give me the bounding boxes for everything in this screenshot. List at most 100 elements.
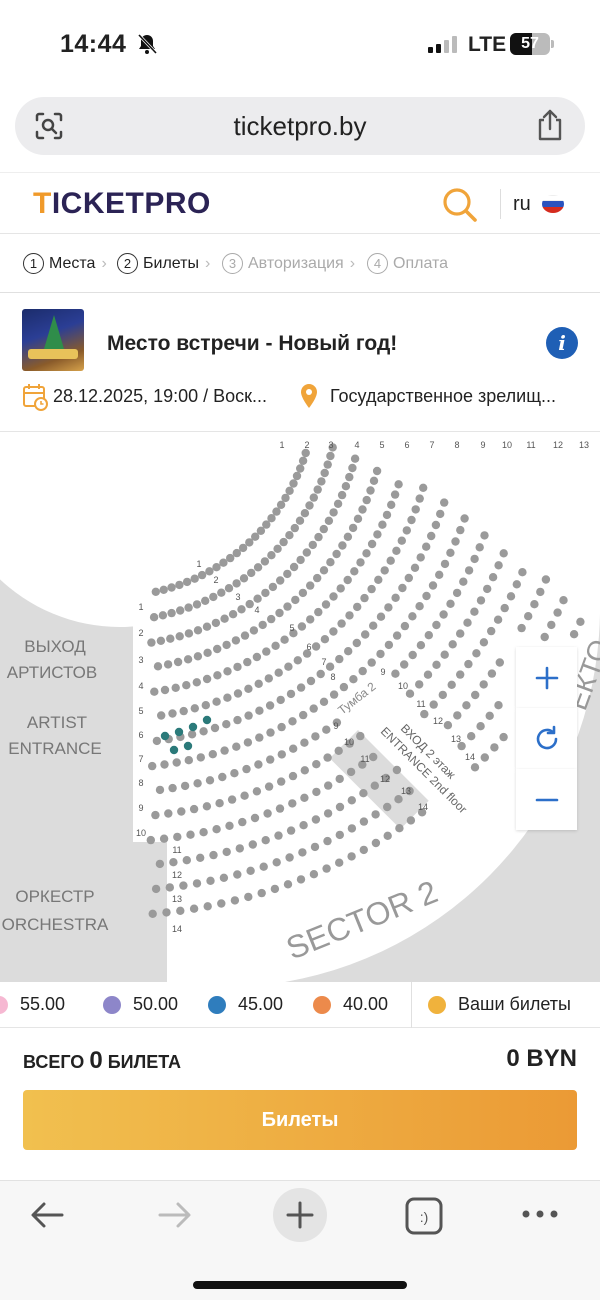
seat[interactable]	[480, 753, 489, 762]
seat[interactable]	[485, 711, 494, 720]
seat[interactable]	[159, 834, 169, 843]
seat[interactable]	[323, 836, 332, 846]
seat[interactable]	[347, 824, 357, 833]
seat[interactable]	[394, 795, 403, 804]
seat[interactable]	[446, 548, 455, 557]
seat[interactable]	[203, 648, 212, 657]
seat[interactable]	[190, 704, 199, 713]
seat[interactable]	[400, 660, 409, 669]
seat[interactable]	[386, 556, 395, 565]
seat[interactable]	[276, 695, 285, 705]
seat[interactable]	[462, 701, 471, 710]
seat[interactable]	[451, 537, 460, 546]
seat[interactable]	[233, 662, 242, 672]
seat[interactable]	[253, 594, 262, 603]
seat[interactable]	[230, 769, 239, 778]
seat[interactable]	[337, 619, 346, 628]
seat[interactable]	[410, 563, 420, 572]
seat[interactable]	[173, 832, 182, 842]
seat[interactable]	[305, 501, 314, 510]
seat[interactable]	[296, 555, 305, 565]
seat[interactable]	[358, 505, 367, 514]
seat[interactable]	[148, 761, 157, 771]
seat[interactable]	[356, 731, 365, 741]
seat[interactable]	[329, 627, 338, 636]
seat[interactable]	[322, 725, 331, 734]
seat[interactable]	[280, 635, 289, 644]
seat[interactable]	[299, 821, 308, 830]
seat[interactable]	[227, 795, 237, 804]
seat[interactable]	[244, 892, 253, 902]
seat[interactable]	[500, 603, 509, 613]
seat[interactable]	[167, 608, 176, 618]
seat[interactable]	[471, 690, 480, 700]
seat[interactable]	[452, 588, 462, 598]
seat[interactable]	[309, 704, 318, 713]
seat[interactable]	[383, 802, 392, 812]
seat[interactable]	[232, 742, 241, 751]
seat[interactable]	[213, 644, 222, 654]
seat[interactable]	[239, 574, 249, 583]
seat[interactable]	[392, 631, 402, 640]
seat[interactable]	[319, 524, 328, 534]
seat[interactable]	[189, 804, 199, 814]
seat[interactable]	[254, 760, 263, 769]
seat[interactable]	[384, 603, 393, 612]
seat[interactable]	[245, 599, 254, 609]
seat[interactable]	[341, 482, 351, 491]
seat[interactable]	[164, 809, 173, 818]
seat[interactable]	[258, 620, 267, 630]
seat[interactable]	[463, 618, 472, 627]
seat[interactable]	[220, 614, 229, 623]
seat[interactable]	[209, 592, 218, 602]
seat[interactable]	[320, 468, 329, 478]
seat[interactable]	[247, 568, 256, 578]
seat[interactable]	[246, 866, 255, 875]
seat[interactable]	[289, 479, 298, 488]
seat-map-canvas[interactable]: ВЫХОД АРТИСТОВ ARTIST ENTRANCE ОРКЕСТР O…	[0, 432, 600, 982]
seat[interactable]	[335, 774, 344, 784]
seat[interactable]	[569, 630, 579, 639]
seat[interactable]	[277, 777, 286, 786]
seat[interactable]	[283, 602, 292, 611]
seat[interactable]	[233, 689, 243, 698]
seat[interactable]	[211, 618, 221, 628]
seat[interactable]	[155, 785, 165, 795]
seat[interactable]	[347, 852, 356, 861]
seat[interactable]	[298, 848, 307, 857]
seat[interactable]	[448, 640, 457, 649]
seat[interactable]	[320, 635, 330, 644]
seat[interactable]	[376, 612, 386, 621]
seat[interactable]	[378, 520, 387, 529]
seat[interactable]	[165, 883, 174, 892]
seat[interactable]	[329, 690, 339, 699]
seat[interactable]	[353, 602, 362, 612]
seat[interactable]	[398, 583, 407, 593]
seat[interactable]	[240, 791, 249, 800]
seat[interactable]	[308, 540, 317, 550]
seat[interactable]	[323, 809, 333, 818]
seat[interactable]	[253, 563, 263, 572]
seat[interactable]	[276, 576, 285, 585]
seat[interactable]	[334, 746, 343, 755]
seat[interactable]	[230, 896, 240, 905]
seat[interactable]	[266, 728, 275, 737]
seat[interactable]	[335, 802, 345, 812]
seat[interactable]	[479, 680, 488, 689]
seat[interactable]	[267, 551, 276, 560]
seat[interactable]	[317, 477, 326, 486]
seat[interactable]	[326, 558, 335, 567]
seat[interactable]	[447, 680, 456, 689]
seat[interactable]	[311, 732, 320, 741]
seat[interactable]	[479, 638, 489, 647]
seat[interactable]	[167, 583, 176, 592]
seat[interactable]	[470, 554, 479, 564]
zoom-out-button[interactable]	[516, 769, 577, 830]
seat[interactable]	[329, 592, 338, 601]
seat[interactable]	[397, 536, 406, 545]
seat[interactable]	[206, 876, 215, 885]
seat[interactable]	[443, 721, 453, 730]
seat[interactable]	[255, 733, 264, 742]
seat[interactable]	[524, 612, 533, 621]
seat[interactable]	[223, 693, 232, 702]
